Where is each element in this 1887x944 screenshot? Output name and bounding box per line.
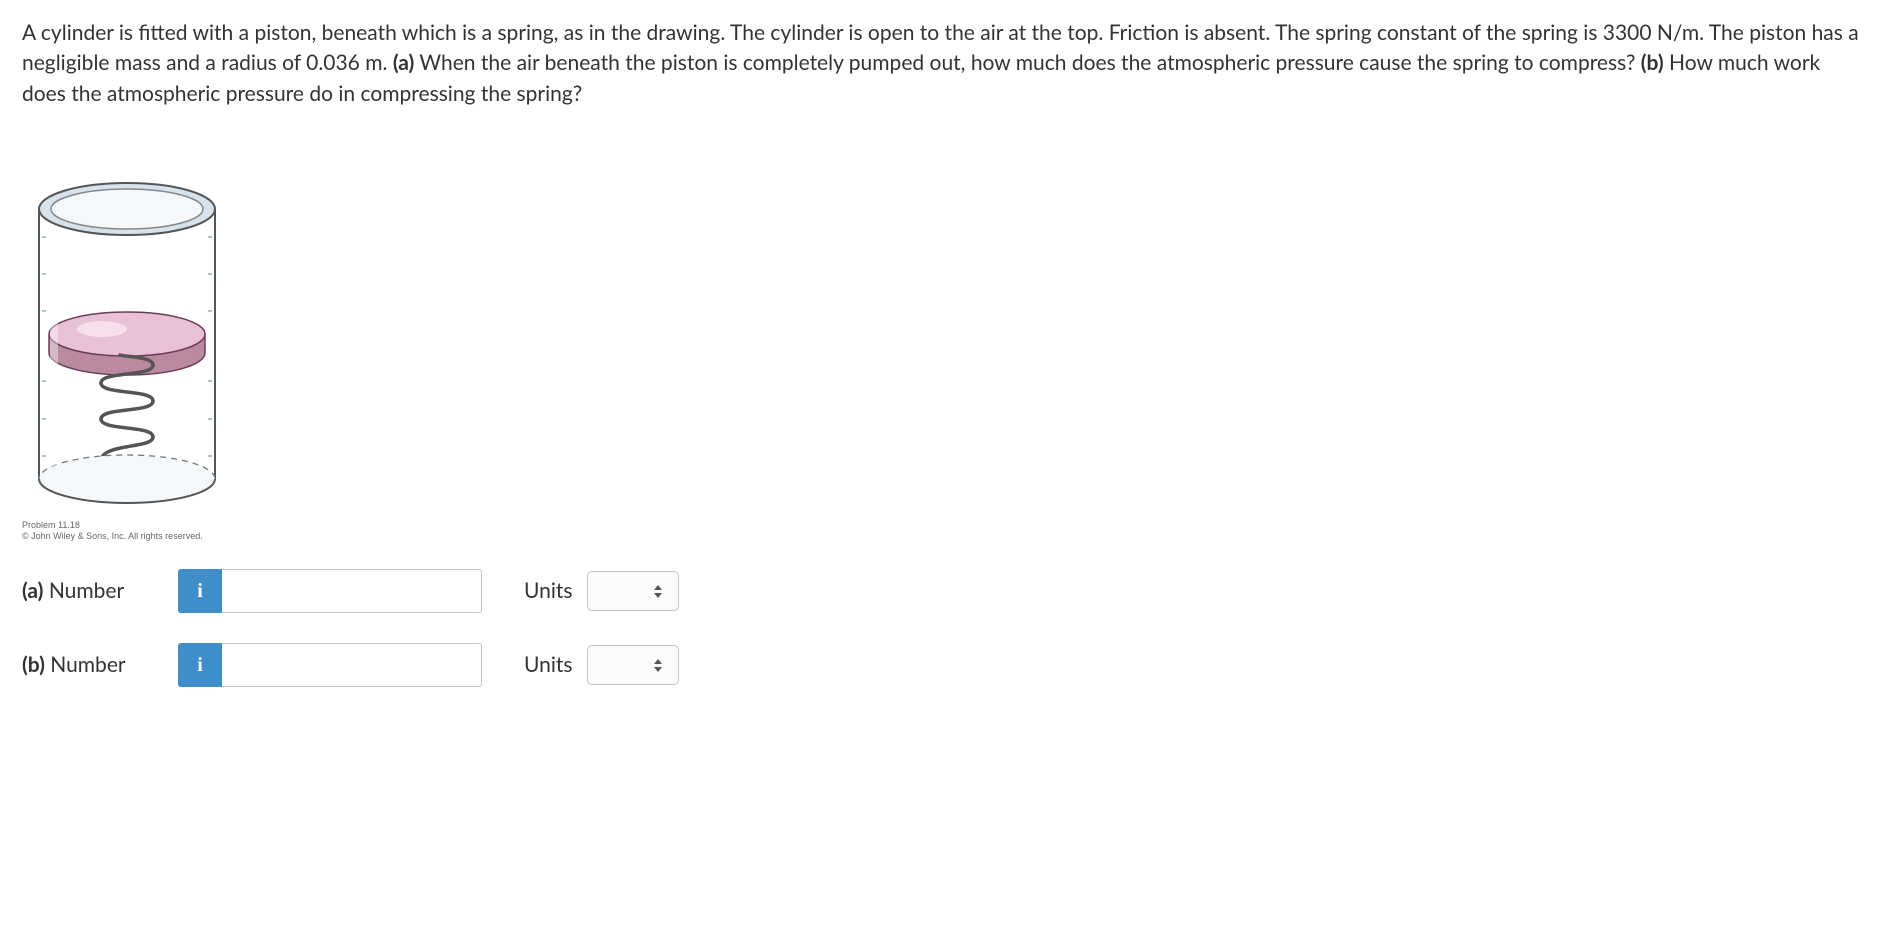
part-b-bold: (b) [22, 652, 45, 677]
part-a-bold: (a) [22, 578, 43, 603]
number-input-a[interactable] [222, 569, 482, 613]
cylinder-piston-diagram [22, 179, 232, 509]
number-input-group-a: i [178, 569, 482, 613]
info-icon[interactable]: i [178, 643, 222, 687]
number-word: Number [43, 578, 124, 603]
stepper-icon [654, 659, 664, 672]
units-label: Units [524, 576, 573, 606]
part-a-label: (a) Number [22, 576, 178, 606]
number-input-group-b: i [178, 643, 482, 687]
figure: Problem 11.18 © John Wiley & Sons, Inc. … [22, 179, 1865, 541]
part-b-marker: (b) [1641, 50, 1664, 75]
units-select-a[interactable] [587, 571, 679, 611]
problem-statement: A cylinder is fitted with a piston, bene… [22, 18, 1862, 109]
part-a-marker: (a) [393, 50, 414, 75]
answer-row-a: (a) Number i Units [22, 569, 1865, 613]
units-select-b[interactable] [587, 645, 679, 685]
part-b-label: (b) Number [22, 650, 178, 680]
number-input-b[interactable] [222, 643, 482, 687]
stepper-icon [654, 585, 664, 598]
figure-copyright-line: © John Wiley & Sons, Inc. All rights res… [22, 531, 242, 542]
number-word: Number [45, 652, 126, 677]
problem-text-segment: When the air beneath the piston is compl… [419, 50, 1640, 75]
answer-row-b: (b) Number i Units [22, 643, 1865, 687]
answer-area: (a) Number i Units (b) Number i Units [22, 569, 1865, 687]
units-label: Units [524, 650, 573, 680]
info-icon[interactable]: i [178, 569, 222, 613]
figure-copyright-line: Problem 11.18 [22, 520, 242, 531]
